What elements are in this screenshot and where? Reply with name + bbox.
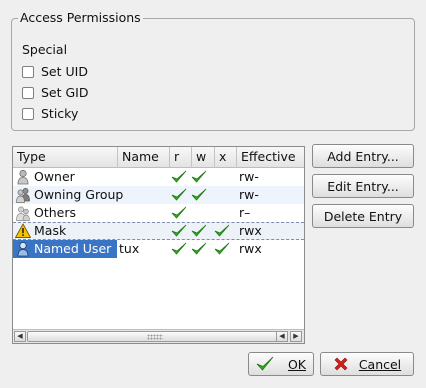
warning-icon xyxy=(15,223,31,238)
type-label: Named User xyxy=(34,241,112,256)
table-row[interactable]: Others r– xyxy=(13,204,304,222)
checkmark-icon xyxy=(256,356,274,371)
column-header-name[interactable]: Name xyxy=(118,147,170,168)
type-label: Others xyxy=(34,205,77,220)
acl-table[interactable]: Type Name r w x Effective Owner rw- Owni… xyxy=(12,146,305,344)
edit-entry-label: Edit Entry... xyxy=(327,178,399,194)
others-icon xyxy=(16,206,30,221)
set-gid-label: Set GID xyxy=(41,85,89,100)
type-cell: Mask xyxy=(15,222,66,240)
check-w-icon xyxy=(191,188,207,201)
type-label: Owning Group xyxy=(34,187,124,202)
type-cell-selected: Named User xyxy=(13,240,117,258)
check-w-icon xyxy=(191,170,207,183)
table-row[interactable]: Owning Group rw- xyxy=(13,186,304,204)
check-w-icon xyxy=(191,224,207,237)
ok-label: OK xyxy=(287,356,307,372)
table-row[interactable]: Owner rw- xyxy=(13,168,304,186)
checkbox-box[interactable] xyxy=(22,107,34,120)
delete-entry-label: Delete Entry xyxy=(323,208,403,224)
check-r-icon xyxy=(171,224,187,237)
scroll-left-button[interactable]: ◀ xyxy=(14,331,26,342)
user-icon xyxy=(17,241,29,257)
scrollbar-thumb[interactable] xyxy=(27,331,282,342)
checkbox-box[interactable] xyxy=(22,86,34,99)
cancel-x-icon xyxy=(334,357,348,371)
type-cell: Owning Group xyxy=(15,186,123,204)
type-cell: Owner xyxy=(15,168,75,186)
set-uid-checkbox[interactable]: Set UID xyxy=(22,64,88,79)
horizontal-scrollbar[interactable]: ◀ ◀ ▶ xyxy=(13,329,304,343)
edit-entry-button[interactable]: Edit Entry... xyxy=(312,174,414,198)
column-header-x[interactable]: x xyxy=(215,147,237,168)
type-label: Owner xyxy=(34,169,75,184)
effective-cell: rw- xyxy=(239,187,259,202)
effective-cell: r– xyxy=(239,205,251,220)
column-header-type[interactable]: Type xyxy=(13,147,118,168)
cancel-label: Cancel xyxy=(358,356,402,372)
cancel-button[interactable]: Cancel xyxy=(320,352,414,376)
check-r-icon xyxy=(171,206,187,219)
access-permissions-title: Access Permissions xyxy=(18,10,143,25)
delete-entry-button[interactable]: Delete Entry xyxy=(312,204,414,228)
group-icon xyxy=(16,188,30,203)
effective-cell: rwx xyxy=(239,241,262,256)
checkbox-box[interactable] xyxy=(22,65,34,78)
effective-cell: rw- xyxy=(239,169,259,184)
table-header: Type Name r w x Effective xyxy=(13,147,304,168)
table-row[interactable]: Mask rwx xyxy=(13,222,304,240)
check-r-icon xyxy=(171,170,187,183)
set-gid-checkbox[interactable]: Set GID xyxy=(22,85,89,100)
column-header-effective[interactable]: Effective xyxy=(237,147,304,168)
type-label: Mask xyxy=(34,223,67,238)
check-x-icon xyxy=(214,224,230,237)
set-uid-label: Set UID xyxy=(41,64,88,79)
column-header-r[interactable]: r xyxy=(170,147,192,168)
add-entry-label: Add Entry... xyxy=(327,148,399,164)
scroll-left-button-2[interactable]: ◀ xyxy=(276,331,288,342)
ok-button[interactable]: OK xyxy=(248,352,314,376)
name-cell: tux xyxy=(119,241,140,256)
sticky-checkbox[interactable]: Sticky xyxy=(22,106,78,121)
check-r-icon xyxy=(171,188,187,201)
type-cell: Others xyxy=(15,204,76,222)
effective-cell: rwx xyxy=(239,223,262,238)
scroll-right-button[interactable]: ▶ xyxy=(290,331,302,342)
table-row[interactable]: Named User tux rwx xyxy=(13,240,304,258)
column-header-w[interactable]: w xyxy=(192,147,215,168)
sticky-label: Sticky xyxy=(41,106,79,121)
check-x-icon xyxy=(214,242,230,255)
add-entry-button[interactable]: Add Entry... xyxy=(312,144,414,168)
special-label: Special xyxy=(22,42,68,57)
check-r-icon xyxy=(171,242,187,255)
grip-icon xyxy=(146,334,163,340)
user-icon xyxy=(17,169,29,185)
check-w-icon xyxy=(191,242,207,255)
